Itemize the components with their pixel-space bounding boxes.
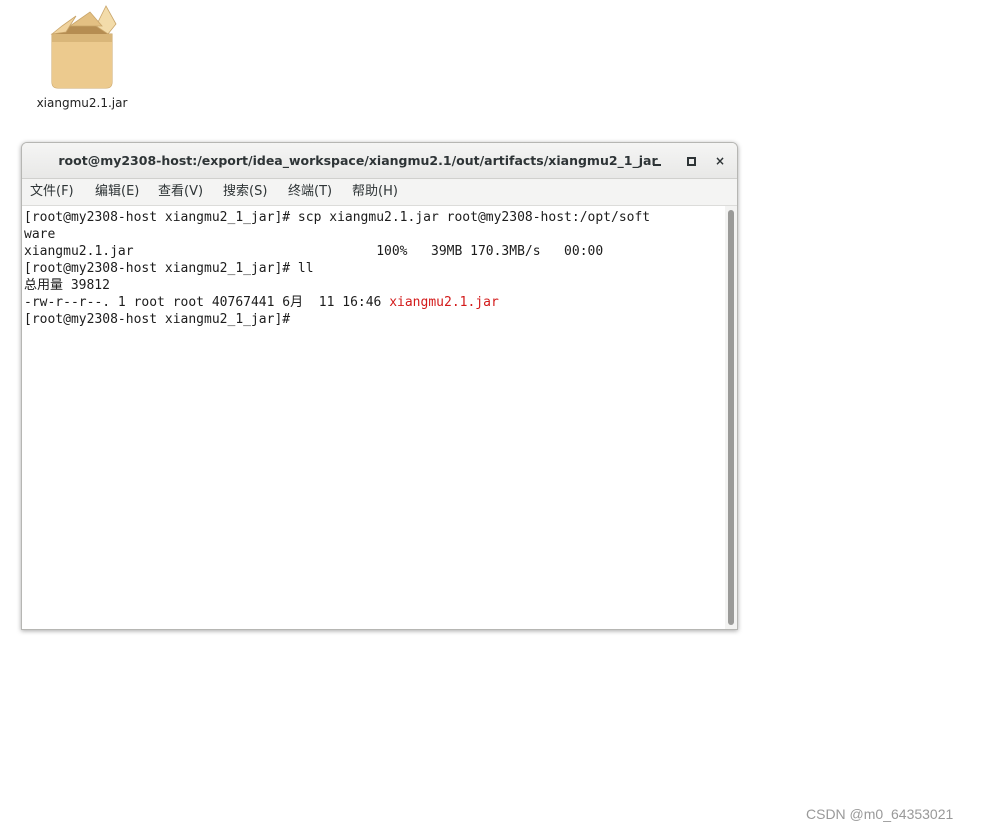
jar-file-name: xiangmu2.1.jar	[389, 295, 499, 310]
terminal-line: [root@my2308-host xiangmu2_1_jar]# ll	[24, 261, 314, 276]
maximize-button[interactable]	[681, 151, 701, 171]
menubar: 文件(F) 编辑(E) 查看(V) 搜索(S) 终端(T) 帮助(H)	[22, 179, 737, 206]
terminal-window: root@my2308-host:/export/idea_workspace/…	[21, 142, 738, 630]
menu-file[interactable]: 文件(F)	[30, 179, 74, 205]
terminal-output[interactable]: [root@my2308-host xiangmu2_1_jar]# scp x…	[22, 206, 724, 629]
window-title: root@my2308-host:/export/idea_workspace/…	[58, 153, 658, 168]
maximize-icon	[687, 157, 696, 166]
file-permissions-info: -rw-r--r--. 1 root root 40767441 6月 11 1…	[24, 295, 390, 310]
watermark: CSDN @m0_64353021	[806, 806, 954, 822]
menu-edit[interactable]: 编辑(E)	[95, 179, 139, 205]
terminal-line: 总用量 39812	[24, 278, 110, 293]
minimize-icon	[653, 164, 661, 166]
menu-help[interactable]: 帮助(H)	[352, 179, 398, 205]
menu-search[interactable]: 搜索(S)	[223, 179, 267, 205]
terminal-line: [root@my2308-host xiangmu2_1_jar]# scp x…	[24, 210, 651, 225]
package-box-icon	[50, 5, 117, 89]
close-button[interactable]: ×	[710, 151, 730, 171]
window-titlebar[interactable]: root@my2308-host:/export/idea_workspace/…	[22, 143, 737, 179]
menu-terminal[interactable]: 终端(T)	[288, 179, 332, 205]
terminal-line: xiangmu2.1.jar 100% 39MB 170.3MB/s 00:00	[24, 244, 604, 259]
terminal-prompt-line: [root@my2308-host xiangmu2_1_jar]#	[24, 312, 298, 327]
scrollbar-thumb[interactable]	[728, 210, 734, 625]
terminal-line-listing: -rw-r--r--. 1 root root 40767441 6月 11 1…	[24, 294, 499, 311]
scrollbar[interactable]	[725, 206, 737, 629]
menu-view[interactable]: 查看(V)	[158, 179, 203, 205]
terminal-line: ware	[24, 227, 56, 242]
desktop-file-xiangmu-jar[interactable]: xiangmu2.1.jar	[30, 2, 134, 120]
close-icon: ×	[714, 154, 726, 168]
desktop-icon-label: xiangmu2.1.jar	[36, 96, 128, 110]
minimize-button[interactable]	[647, 151, 667, 171]
